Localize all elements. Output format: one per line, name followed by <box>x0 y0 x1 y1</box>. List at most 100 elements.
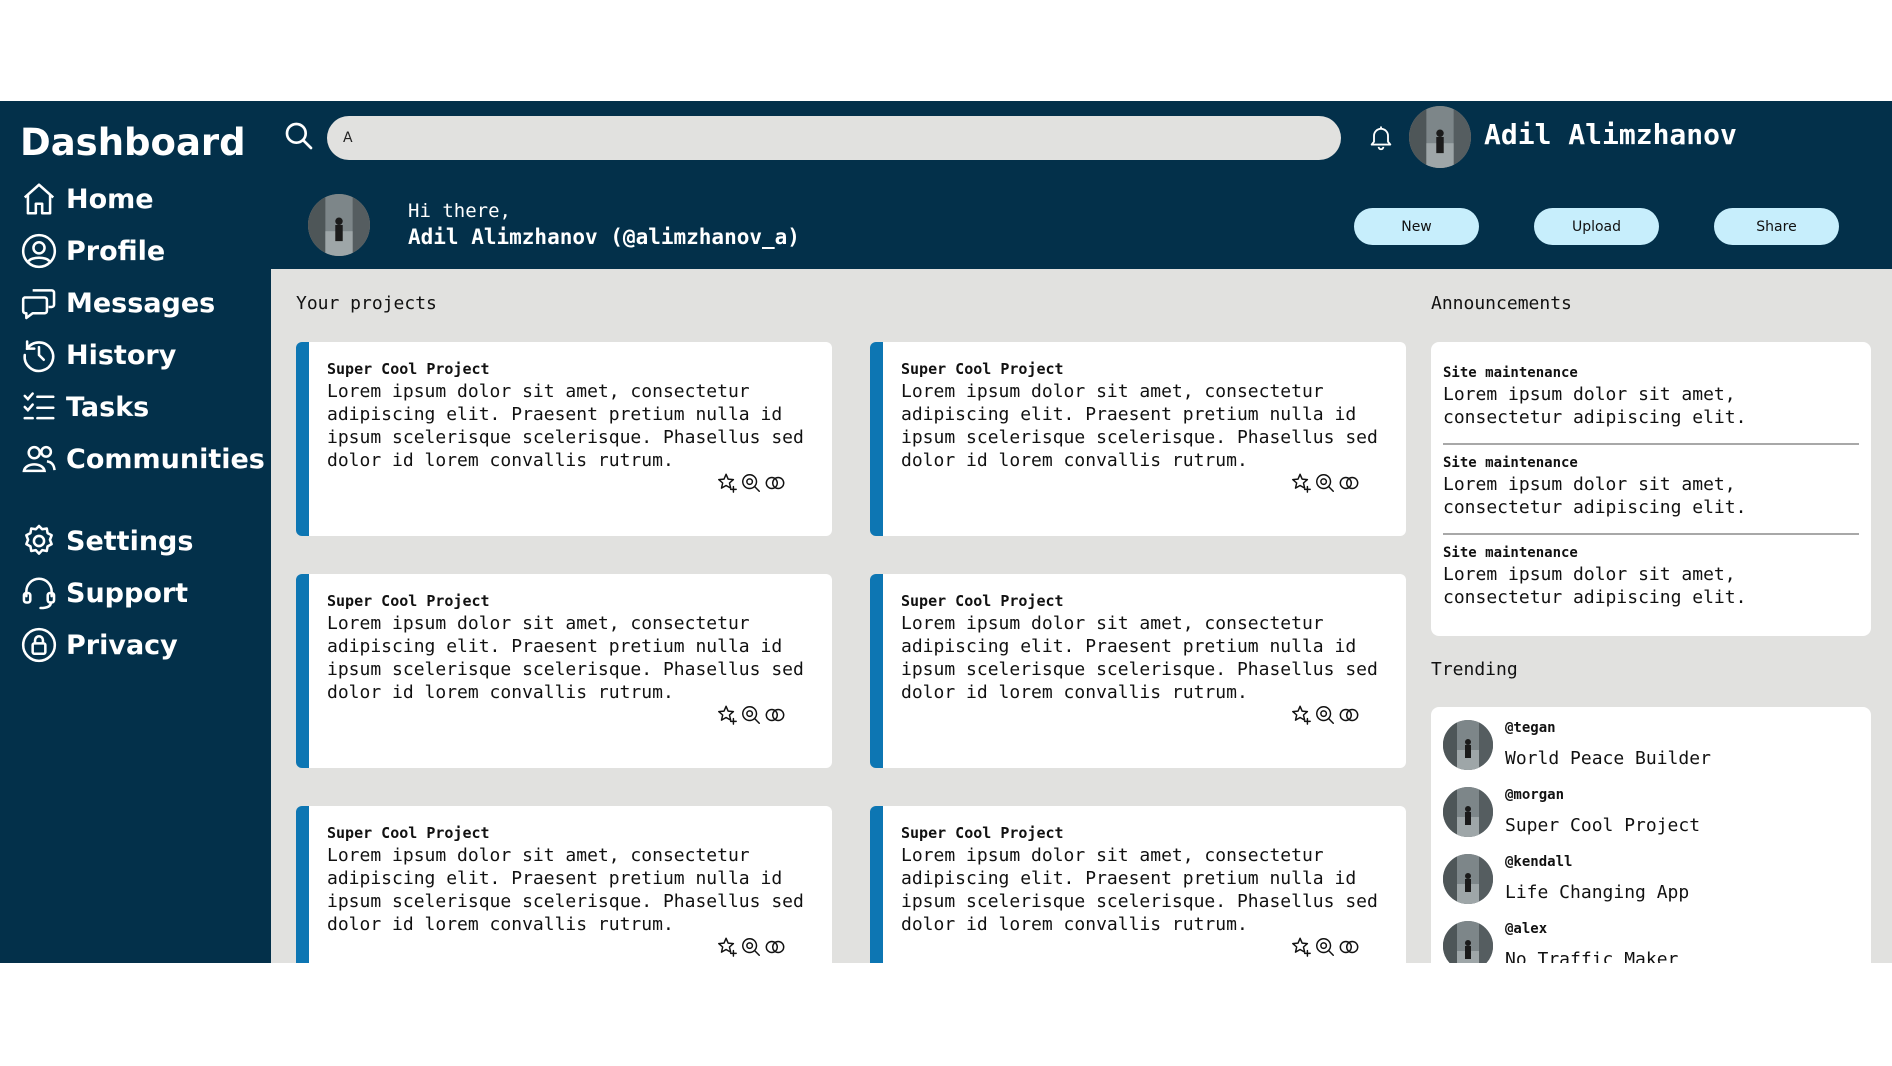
share-link-icon[interactable] <box>764 704 786 726</box>
star-add-icon[interactable] <box>1290 936 1312 958</box>
project-title: Super Cool Project <box>327 360 490 378</box>
star-add-icon[interactable] <box>1290 472 1312 494</box>
project-card[interactable]: Super Cool Project Lorem ipsum dolor sit… <box>296 806 832 963</box>
star-add-icon[interactable] <box>716 704 738 726</box>
project-card[interactable]: Super Cool Project Lorem ipsum dolor sit… <box>870 574 1406 768</box>
trending-project: No Traffic Maker <box>1505 949 1679 963</box>
search-icon[interactable] <box>283 120 315 152</box>
announcement-body: Lorem ipsum dolor sit amet, consectetur … <box>1443 474 1747 518</box>
nav-messages[interactable]: Messages <box>20 284 215 322</box>
share-link-icon[interactable] <box>1338 472 1360 494</box>
nav-privacy[interactable]: Privacy <box>20 626 178 664</box>
project-actions <box>716 704 786 726</box>
project-title: Super Cool Project <box>901 592 1064 610</box>
announcement-divider <box>1443 443 1859 445</box>
trending-project: World Peace Builder <box>1505 748 1711 769</box>
avatar-photo <box>1443 921 1493 963</box>
project-card[interactable]: Super Cool Project Lorem ipsum dolor sit… <box>870 342 1406 536</box>
watch-icon[interactable] <box>1314 472 1336 494</box>
project-actions <box>716 936 786 958</box>
nav-support[interactable]: Support <box>20 574 188 612</box>
nav-profile[interactable]: Profile <box>20 232 165 270</box>
search-input[interactable] <box>327 116 1341 160</box>
trending-item[interactable]: @tegan World Peace Builder <box>1443 720 1863 780</box>
trending-avatar <box>1443 720 1493 770</box>
announcement-divider <box>1443 533 1859 535</box>
watch-icon[interactable] <box>1314 936 1336 958</box>
greeting-avatar <box>308 194 370 256</box>
announcements-panel: Site maintenance Lorem ipsum dolor sit a… <box>1431 342 1871 636</box>
home-icon <box>23 183 55 215</box>
star-add-icon[interactable] <box>716 472 738 494</box>
project-card[interactable]: Super Cool Project Lorem ipsum dolor sit… <box>296 574 832 768</box>
nav-settings-label: Settings <box>66 525 194 557</box>
trending-title: Trending <box>1431 659 1518 680</box>
project-description: Lorem ipsum dolor sit amet, consectetur … <box>901 845 1378 935</box>
share-link-icon[interactable] <box>764 472 786 494</box>
nav-profile-label: Profile <box>66 235 166 267</box>
nav-tasks[interactable]: Tasks <box>20 388 149 426</box>
nav-history[interactable]: History <box>20 336 176 374</box>
nav-communities-label: Communities <box>66 443 265 475</box>
announcement-title: Site maintenance <box>1443 365 1578 381</box>
share-button[interactable]: Share <box>1714 208 1839 245</box>
upload-button[interactable]: Upload <box>1534 208 1659 245</box>
watch-icon[interactable] <box>740 704 762 726</box>
watch-icon[interactable] <box>740 472 762 494</box>
share-link-icon[interactable] <box>1338 704 1360 726</box>
project-actions <box>1290 936 1360 958</box>
project-card[interactable]: Super Cool Project Lorem ipsum dolor sit… <box>870 806 1406 963</box>
history-icon <box>23 340 55 373</box>
trending-handle: @morgan <box>1505 787 1565 803</box>
star-add-icon[interactable] <box>716 936 738 958</box>
trending-item[interactable]: @morgan Super Cool Project <box>1443 787 1863 847</box>
share-link-icon[interactable] <box>1338 936 1360 958</box>
trending-project: Life Changing App <box>1505 882 1690 903</box>
nav-home[interactable]: Home <box>20 180 154 218</box>
user-avatar[interactable] <box>1409 106 1471 168</box>
project-description: Lorem ipsum dolor sit amet, consectetur … <box>901 381 1378 471</box>
trending-item[interactable]: @alex No Traffic Maker <box>1443 921 1863 963</box>
bell-icon[interactable] <box>1367 122 1395 152</box>
avatar-photo <box>1443 787 1493 837</box>
announcement-item[interactable]: Site maintenance Lorem ipsum dolor sit a… <box>1443 455 1859 519</box>
header-user-name[interactable]: Adil Alimzhanov <box>1484 118 1737 151</box>
gear-icon <box>25 524 53 555</box>
brand-title: Dashboard <box>20 121 246 164</box>
trending-item[interactable]: @kendall Life Changing App <box>1443 854 1863 914</box>
user-circle-icon <box>21 233 57 269</box>
new-button[interactable]: New <box>1354 208 1479 245</box>
nav-settings[interactable]: Settings <box>20 522 193 560</box>
star-add-icon[interactable] <box>1290 704 1312 726</box>
trending-handle: @tegan <box>1505 720 1556 736</box>
lock-icon <box>21 627 57 663</box>
announcements-title: Announcements <box>1431 293 1572 314</box>
avatar-photo <box>1443 720 1493 770</box>
trending-avatar <box>1443 854 1493 904</box>
nav-privacy-label: Privacy <box>66 629 178 661</box>
watch-icon[interactable] <box>1314 704 1336 726</box>
nav-history-label: History <box>66 339 177 371</box>
checklist-icon <box>23 392 55 420</box>
nav-support-label: Support <box>66 577 189 609</box>
avatar-photo <box>308 194 370 256</box>
project-title: Super Cool Project <box>901 360 1064 378</box>
share-link-icon[interactable] <box>764 936 786 958</box>
announcement-item[interactable]: Site maintenance Lorem ipsum dolor sit a… <box>1443 545 1859 609</box>
dashboard-app: Dashboard Home Profile Messages History … <box>0 101 1892 963</box>
project-title: Super Cool Project <box>327 824 490 842</box>
project-actions <box>716 472 786 494</box>
avatar-photo <box>1443 854 1493 904</box>
announcement-body: Lorem ipsum dolor sit amet, consectetur … <box>1443 384 1747 428</box>
project-actions <box>1290 704 1360 726</box>
nav-communities[interactable]: Communities <box>20 440 265 478</box>
announcement-item[interactable]: Site maintenance Lorem ipsum dolor sit a… <box>1443 365 1859 429</box>
project-card[interactable]: Super Cool Project Lorem ipsum dolor sit… <box>296 342 832 536</box>
project-description: Lorem ipsum dolor sit amet, consectetur … <box>901 613 1378 703</box>
users-icon <box>22 445 56 473</box>
announcement-title: Site maintenance <box>1443 545 1578 561</box>
greeting-user: Adil Alimzhanov (@alimzhanov_a) <box>408 225 800 249</box>
trending-panel: @tegan World Peace Builder @morgan Super… <box>1431 707 1871 963</box>
watch-icon[interactable] <box>740 936 762 958</box>
project-description: Lorem ipsum dolor sit amet, consectetur … <box>327 613 804 703</box>
